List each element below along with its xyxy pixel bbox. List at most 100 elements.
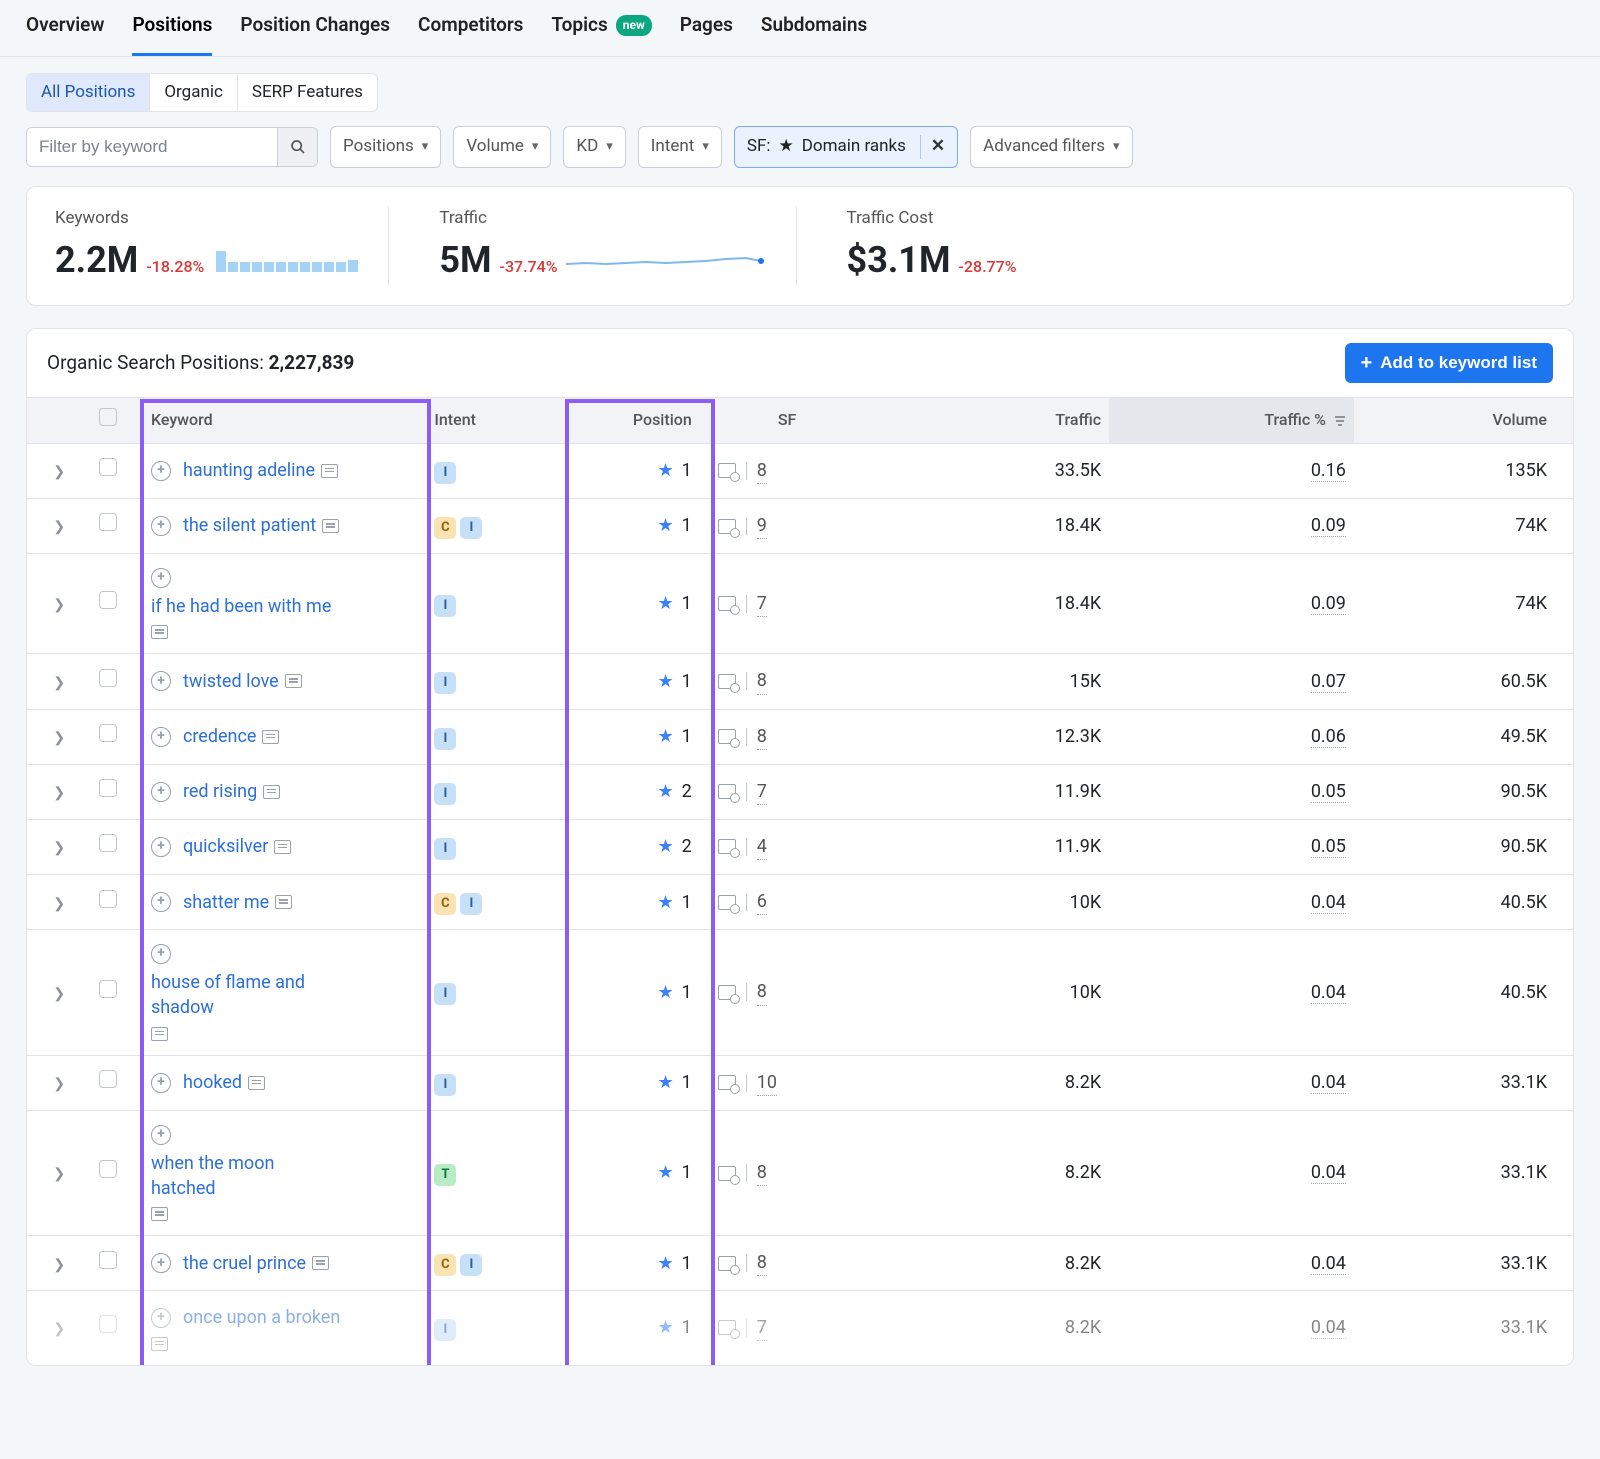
add-to-keyword-list-button[interactable]: + Add to keyword list — [1345, 343, 1553, 383]
serp-feature-icon[interactable] — [718, 1320, 736, 1335]
sf-count[interactable]: 7 — [757, 591, 767, 617]
serp-icon[interactable] — [322, 519, 339, 533]
row-checkbox[interactable] — [99, 779, 117, 797]
col-keyword[interactable]: Keyword — [143, 398, 426, 443]
filter-volume[interactable]: Volume▾ — [453, 126, 551, 168]
sf-count[interactable]: 4 — [757, 834, 767, 860]
serp-feature-icon[interactable] — [718, 1075, 736, 1090]
sf-count[interactable]: 8 — [757, 458, 767, 484]
row-checkbox[interactable] — [99, 834, 117, 852]
row-checkbox[interactable] — [99, 458, 117, 476]
sf-count[interactable]: 8 — [757, 724, 767, 750]
plus-circle-icon[interactable]: + — [151, 727, 171, 747]
keyword-link[interactable]: +shatter me — [151, 890, 341, 915]
col-traffic[interactable]: Traffic — [864, 398, 1109, 443]
tab-topics[interactable]: Topicsnew — [551, 4, 651, 56]
expand-icon[interactable]: ❯ — [53, 675, 65, 691]
serp-feature-icon[interactable] — [718, 463, 736, 478]
tab-competitors[interactable]: Competitors — [418, 4, 523, 56]
keyword-link[interactable]: +if he had been with me — [151, 568, 341, 639]
filter-kd[interactable]: KD▾ — [563, 126, 625, 168]
filter-positions[interactable]: Positions▾ — [330, 126, 441, 168]
expand-icon[interactable]: ❯ — [53, 986, 65, 1002]
plus-circle-icon[interactable]: + — [151, 516, 171, 536]
tab-positions[interactable]: Positions — [132, 4, 212, 56]
col-traffic-pct[interactable]: Traffic % — [1109, 398, 1354, 443]
keyword-link[interactable]: +red rising — [151, 779, 341, 804]
plus-circle-icon[interactable]: + — [151, 892, 171, 912]
serp-feature-icon[interactable] — [718, 985, 736, 1000]
serp-icon[interactable] — [248, 1076, 265, 1090]
plus-circle-icon[interactable]: + — [151, 1308, 171, 1328]
keyword-link[interactable]: +the cruel prince — [151, 1251, 341, 1276]
sf-count[interactable]: 8 — [757, 1160, 767, 1186]
plus-circle-icon[interactable]: + — [151, 944, 171, 964]
expand-icon[interactable]: ❯ — [53, 840, 65, 856]
plus-circle-icon[interactable]: + — [151, 461, 171, 481]
serp-feature-icon[interactable] — [718, 1166, 736, 1181]
row-checkbox[interactable] — [99, 513, 117, 531]
keyword-link[interactable]: +house of flame and shadow — [151, 944, 341, 1040]
close-icon[interactable]: ✕ — [920, 135, 945, 159]
keyword-link[interactable]: +when the moon hatched — [151, 1125, 341, 1221]
expand-icon[interactable]: ❯ — [53, 730, 65, 746]
row-checkbox[interactable] — [99, 1070, 117, 1088]
plus-circle-icon[interactable]: + — [151, 837, 171, 857]
col-sf[interactable]: SF — [710, 398, 865, 443]
expand-icon[interactable]: ❯ — [53, 464, 65, 480]
keyword-link[interactable]: +credence — [151, 724, 341, 749]
expand-icon[interactable]: ❯ — [53, 1166, 65, 1182]
row-checkbox[interactable] — [99, 1315, 117, 1333]
col-position[interactable]: Position — [568, 398, 710, 443]
expand-icon[interactable]: ❯ — [53, 597, 65, 613]
tab-pages[interactable]: Pages — [680, 4, 733, 56]
sf-count[interactable]: 8 — [757, 979, 767, 1005]
serp-feature-icon[interactable] — [718, 519, 736, 534]
keyword-link[interactable]: +haunting adeline — [151, 458, 341, 483]
expand-icon[interactable]: ❯ — [53, 785, 65, 801]
serp-feature-icon[interactable] — [718, 1256, 736, 1271]
keyword-link[interactable]: +once upon a broken — [151, 1305, 341, 1350]
sf-count[interactable]: 6 — [757, 889, 767, 915]
filter-advanced-filters[interactable]: Advanced filters▾ — [970, 126, 1132, 168]
serp-feature-icon[interactable] — [718, 784, 736, 799]
search-icon[interactable] — [277, 128, 317, 166]
segment-organic[interactable]: Organic — [150, 74, 238, 112]
row-checkbox[interactable] — [99, 724, 117, 742]
serp-icon[interactable] — [151, 1207, 168, 1221]
row-checkbox[interactable] — [99, 980, 117, 998]
expand-icon[interactable]: ❯ — [53, 1076, 65, 1092]
serp-icon[interactable] — [151, 625, 168, 639]
plus-circle-icon[interactable]: + — [151, 671, 171, 691]
serp-feature-icon[interactable] — [718, 895, 736, 910]
sf-count[interactable]: 7 — [757, 1315, 767, 1341]
serp-icon[interactable] — [285, 674, 302, 688]
serp-icon[interactable] — [151, 1337, 168, 1351]
keyword-link[interactable]: +the silent patient — [151, 513, 341, 538]
serp-icon[interactable] — [262, 730, 279, 744]
keyword-filter-input[interactable] — [27, 128, 277, 166]
row-checkbox[interactable] — [99, 669, 117, 687]
plus-circle-icon[interactable]: + — [151, 1073, 171, 1093]
filter-domain-ranks[interactable]: SF: ★ Domain ranks✕ — [734, 126, 958, 168]
serp-icon[interactable] — [321, 464, 338, 478]
serp-icon[interactable] — [263, 785, 280, 799]
col-volume[interactable]: Volume — [1354, 398, 1573, 443]
row-checkbox[interactable] — [99, 591, 117, 609]
tab-position-changes[interactable]: Position Changes — [240, 4, 390, 56]
row-checkbox[interactable] — [99, 890, 117, 908]
row-checkbox[interactable] — [99, 1251, 117, 1269]
sf-count[interactable]: 8 — [757, 668, 767, 694]
tab-overview[interactable]: Overview — [26, 4, 104, 56]
plus-circle-icon[interactable]: + — [151, 1125, 171, 1145]
sf-count[interactable]: 8 — [757, 1250, 767, 1276]
plus-circle-icon[interactable]: + — [151, 1253, 171, 1273]
keyword-link[interactable]: +hooked — [151, 1070, 341, 1095]
expand-icon[interactable]: ❯ — [53, 896, 65, 912]
serp-feature-icon[interactable] — [718, 839, 736, 854]
expand-icon[interactable]: ❯ — [53, 1321, 65, 1337]
sf-count[interactable]: 9 — [757, 513, 767, 539]
row-checkbox[interactable] — [99, 1160, 117, 1178]
serp-icon[interactable] — [275, 895, 292, 909]
serp-icon[interactable] — [151, 1027, 168, 1041]
